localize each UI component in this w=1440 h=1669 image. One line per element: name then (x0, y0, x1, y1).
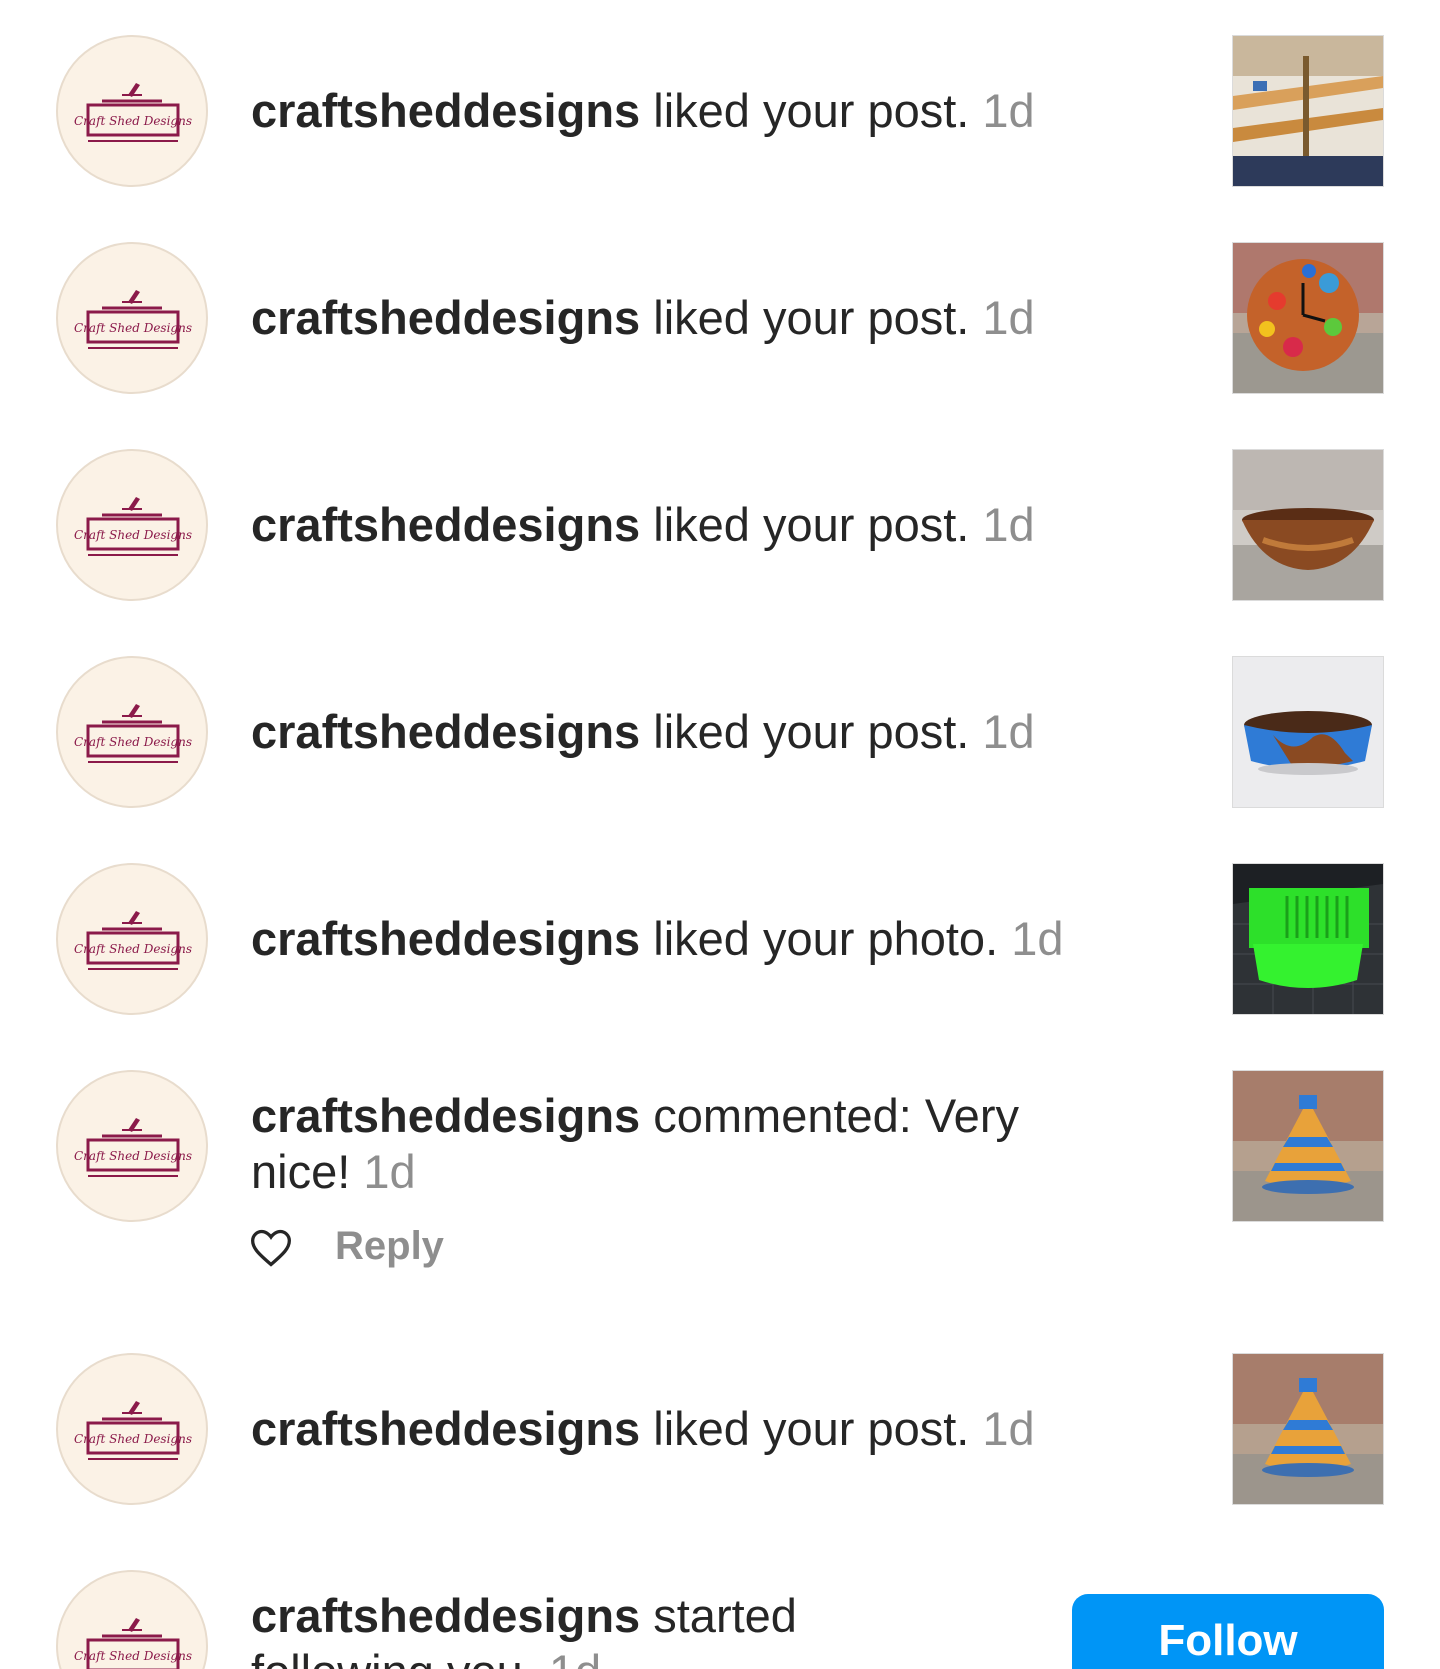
username[interactable]: craftsheddesigns (251, 912, 640, 965)
timestamp: 1d (982, 84, 1035, 137)
craft-shed-logo-icon: Craft Shed Designs (74, 83, 192, 142)
avatar[interactable]: Craft Shed Designs (56, 656, 208, 808)
craft-shed-logo-icon: Craft Shed Designs (74, 704, 192, 763)
logo-text: Craft Shed Designs (74, 114, 192, 128)
action-text: liked your post. (640, 498, 983, 551)
username[interactable]: craftsheddesigns (251, 291, 640, 344)
username[interactable]: craftsheddesigns (251, 1089, 640, 1142)
notification-row[interactable]: Craft Shed Designs craftsheddesigns like… (0, 863, 1440, 1015)
notification-text: craftsheddesigns liked your photo. 1d (251, 911, 1111, 967)
craft-shed-logo-icon: Craft Shed Designs (74, 290, 192, 349)
action-text: liked your post. (640, 291, 983, 344)
craft-shed-logo-icon: Craft Shed Designs (74, 1118, 192, 1177)
username[interactable]: craftsheddesigns (251, 498, 640, 551)
logo-text: Craft Shed Designs (74, 942, 192, 956)
notification-row[interactable]: Craft Shed Designs craftsheddesigns like… (0, 656, 1440, 808)
timestamp: 1d (1011, 912, 1064, 965)
post-thumbnail[interactable] (1232, 449, 1384, 601)
craft-shed-logo-icon: Craft Shed Designs (74, 497, 192, 556)
post-thumbnail[interactable] (1232, 656, 1384, 808)
post-thumbnail[interactable] (1232, 1353, 1384, 1505)
logo-text: Craft Shed Designs (74, 321, 192, 335)
craft-shed-logo-icon: Craft Shed Designs (74, 1618, 192, 1669)
avatar[interactable]: Craft Shed Designs (56, 1353, 208, 1505)
craft-shed-logo-icon: Craft Shed Designs (74, 1401, 192, 1460)
notification-text: craftsheddesigns liked your post. 1d (251, 497, 1111, 553)
timestamp: 1d (982, 1402, 1035, 1455)
resin-clock-photo-icon (1233, 243, 1383, 393)
action-text: liked your post. (640, 84, 983, 137)
avatar[interactable]: Craft Shed Designs (56, 863, 208, 1015)
timestamp: 1d (982, 705, 1035, 758)
turned-vase-photo-icon (1233, 1354, 1383, 1504)
notification-row[interactable]: Craft Shed Designs craftsheddesigns like… (0, 1353, 1440, 1505)
resin-bowl-photo-icon (1233, 657, 1383, 807)
heart-icon[interactable] (249, 1226, 293, 1270)
timestamp: 1d (363, 1145, 416, 1198)
timestamp: 1d (549, 1645, 601, 1669)
notification-text: craftsheddesigns liked your post. 1d (251, 704, 1111, 760)
action-text: liked your post. (640, 705, 983, 758)
post-thumbnail[interactable] (1232, 1070, 1384, 1222)
action-text: liked your post. (640, 1402, 983, 1455)
notification-row[interactable]: Craft Shed Designs craftsheddesigns like… (0, 242, 1440, 394)
avatar[interactable]: Craft Shed Designs (56, 1070, 208, 1222)
avatar[interactable]: Craft Shed Designs (56, 242, 208, 394)
avatar[interactable]: Craft Shed Designs (56, 35, 208, 187)
notification-text: craftsheddesigns liked your post. 1d (251, 83, 1111, 139)
follow-button[interactable]: Follow (1072, 1594, 1384, 1669)
notification-text: craftsheddesigns liked your post. 1d (251, 1401, 1111, 1457)
reply-button[interactable]: Reply (335, 1224, 444, 1269)
notification-text: craftsheddesigns started following you. … (251, 1588, 851, 1669)
shelves-photo-icon (1233, 36, 1383, 186)
activity-feed: Craft Shed Designs craftsheddesigns like… (0, 0, 1440, 1669)
username[interactable]: craftsheddesigns (251, 84, 640, 137)
timestamp: 1d (982, 498, 1035, 551)
notification-row-follow[interactable]: Craft Shed Designs craftsheddesigns star… (0, 1570, 1440, 1669)
username[interactable]: craftsheddesigns (251, 705, 640, 758)
logo-text: Craft Shed Designs (74, 1432, 192, 1446)
wood-bowl-photo-icon (1233, 450, 1383, 600)
notification-row-comment[interactable]: Craft Shed Designs craftsheddesigns comm… (0, 1070, 1440, 1268)
action-text: liked your photo. (640, 912, 1012, 965)
post-thumbnail[interactable] (1232, 35, 1384, 187)
notification-row[interactable]: Craft Shed Designs craftsheddesigns like… (0, 35, 1440, 187)
logo-text: Craft Shed Designs (74, 735, 192, 749)
username[interactable]: craftsheddesigns (251, 1402, 640, 1455)
post-thumbnail[interactable] (1232, 863, 1384, 1015)
notification-text: craftsheddesigns liked your post. 1d (251, 290, 1111, 346)
avatar[interactable]: Craft Shed Designs (56, 1570, 208, 1669)
notification-text: craftsheddesigns commented: Very nice! 1… (251, 1088, 1081, 1200)
avatar[interactable]: Craft Shed Designs (56, 449, 208, 601)
logo-text: Craft Shed Designs (74, 1649, 192, 1663)
turned-vase-photo-icon (1233, 1071, 1383, 1221)
notification-row[interactable]: Craft Shed Designs craftsheddesigns like… (0, 449, 1440, 601)
logo-text: Craft Shed Designs (74, 528, 192, 542)
logo-text: Craft Shed Designs (74, 1149, 192, 1163)
username[interactable]: craftsheddesigns (251, 1589, 640, 1642)
timestamp: 1d (982, 291, 1035, 344)
craft-shed-logo-icon: Craft Shed Designs (74, 911, 192, 970)
post-thumbnail[interactable] (1232, 242, 1384, 394)
green-3d-print-photo-icon (1233, 864, 1383, 1014)
